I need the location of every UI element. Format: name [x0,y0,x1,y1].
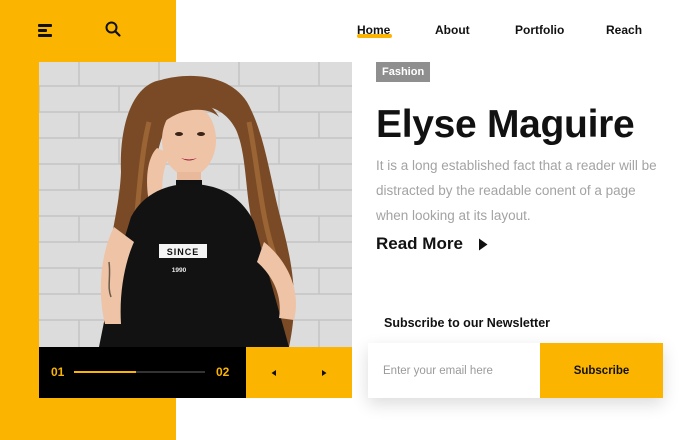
category-tag[interactable]: Fashion [376,62,431,82]
slide-progress-track[interactable] [74,371,205,373]
next-slide-button[interactable] [316,365,332,381]
prev-slide-button[interactable] [266,365,282,381]
hero-photo: SINCE 1990 [39,62,352,347]
nav-about[interactable]: About [435,23,470,37]
read-more-link[interactable]: Read More [376,234,488,254]
article-title: Elyse Maguire [376,103,635,146]
slide-progress-fill [74,371,136,373]
triangle-right-icon [322,370,327,376]
slider-arrows [246,347,352,398]
slide-current-number: 01 [51,365,65,379]
model-photo: SINCE 1990 [39,62,352,347]
triangle-right-icon [478,238,488,250]
svg-text:SINCE: SINCE [167,247,200,257]
triangle-left-icon [271,370,276,376]
newsletter-title: Subscribe to our Newsletter [384,316,551,330]
newsletter-form: Subscribe [368,343,663,398]
slide-next-number: 02 [216,365,230,379]
read-more-label: Read More [376,234,463,253]
email-input[interactable] [368,343,540,398]
subscribe-button[interactable]: Subscribe [540,343,663,398]
nav-home[interactable]: Home [357,23,393,38]
main-nav: Home About Portfolio Reach [0,23,682,43]
nav-reach[interactable]: Reach [606,23,642,37]
slider-progress-bar: 01 02 [39,347,246,398]
nav-portfolio[interactable]: Portfolio [515,23,564,37]
article-description: It is a long established fact that a rea… [376,158,657,223]
svg-text:1990: 1990 [172,267,187,274]
